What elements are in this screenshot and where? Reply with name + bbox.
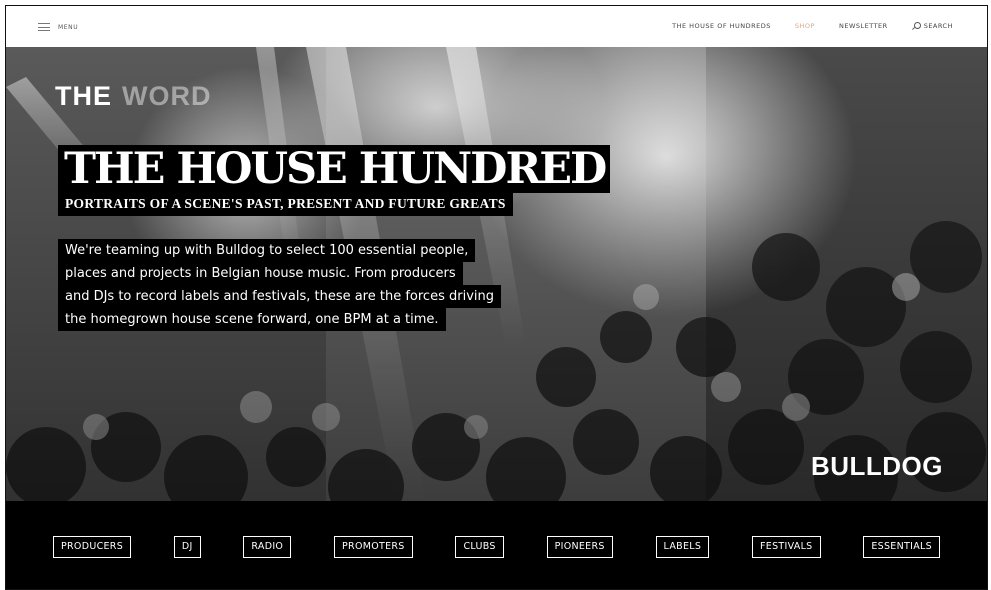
nav-link-shop[interactable]: SHOP bbox=[795, 22, 815, 30]
eyebrow-the: THE bbox=[55, 81, 112, 111]
bulldog-logo: BULLDOG bbox=[810, 451, 943, 481]
page-title: THE HOUSE HUNDRED bbox=[58, 145, 611, 193]
category-labels[interactable]: LABELS bbox=[655, 536, 710, 558]
top-navigation: MENU THE HOUSE OF HUNDREDS SHOP NEWSLETT… bbox=[6, 6, 987, 48]
nav-link-house-of-hundreds[interactable]: THE HOUSE OF HUNDREDS bbox=[672, 22, 771, 30]
search-label: SEARCH bbox=[923, 22, 953, 30]
category-bar: PRODUCERS DJ RADIO PROMOTERS CLUBS PIONE… bbox=[6, 501, 987, 589]
intro-line: We're teaming up with Bulldog to select … bbox=[58, 239, 476, 262]
menu-button[interactable]: MENU bbox=[38, 23, 78, 31]
category-radio[interactable]: RADIO bbox=[243, 536, 292, 558]
category-promoters[interactable]: PROMOTERS bbox=[334, 536, 413, 558]
category-pioneers[interactable]: PIONEERS bbox=[546, 536, 613, 558]
intro-paragraph: We're teaming up with Bulldog to select … bbox=[58, 239, 598, 331]
category-essentials[interactable]: ESSENTIALS bbox=[863, 536, 940, 558]
search-button[interactable]: SEARCH bbox=[911, 22, 953, 30]
eyebrow-word: WORD bbox=[122, 81, 212, 111]
hero-title-block: THE HOUSE HUNDRED PORTRAITS OF A SCENE'S… bbox=[58, 145, 611, 216]
nav-link-newsletter[interactable]: NEWSLETTER bbox=[839, 22, 888, 30]
intro-line: places and projects in Belgian house mus… bbox=[58, 262, 463, 285]
category-list: PRODUCERS DJ RADIO PROMOTERS CLUBS PIONE… bbox=[53, 536, 940, 558]
category-producers[interactable]: PRODUCERS bbox=[53, 536, 132, 558]
intro-line: the homegrown house scene forward, one B… bbox=[58, 308, 446, 331]
search-icon bbox=[911, 22, 921, 30]
hamburger-icon bbox=[38, 23, 50, 31]
nav-links: THE HOUSE OF HUNDREDS SHOP NEWSLETTER SE… bbox=[672, 22, 953, 30]
menu-label: MENU bbox=[58, 23, 79, 31]
intro-line: and DJs to record labels and festivals, … bbox=[58, 285, 501, 308]
category-festivals[interactable]: FESTIVALS bbox=[752, 536, 821, 558]
page-subtitle: PORTRAITS OF A SCENE'S PAST, PRESENT AND… bbox=[58, 193, 513, 216]
category-dj[interactable]: DJ bbox=[173, 536, 201, 558]
hero-banner: THE WORD THE HOUSE HUNDRED PORTRAITS OF A… bbox=[6, 47, 987, 502]
section-eyebrow: THE WORD bbox=[55, 81, 211, 112]
category-clubs[interactable]: CLUBS bbox=[455, 536, 504, 558]
page-frame: MENU THE HOUSE OF HUNDREDS SHOP NEWSLETT… bbox=[5, 5, 988, 590]
